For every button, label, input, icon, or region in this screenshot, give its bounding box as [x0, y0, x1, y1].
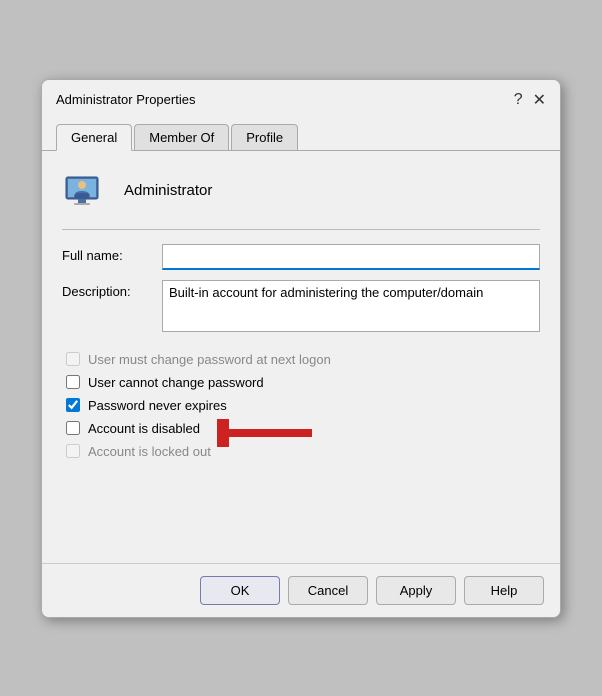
user-name-label: Administrator [124, 182, 212, 199]
help-button[interactable]: ? [514, 91, 523, 109]
fullname-input[interactable] [162, 244, 540, 270]
dialog-administrator-properties: Administrator Properties ? ✕ General Mem… [41, 79, 561, 618]
checkbox-account-disabled-label: Account is disabled [88, 421, 200, 436]
checkbox-must-change-password[interactable] [66, 352, 80, 366]
user-avatar-icon [62, 167, 110, 215]
description-input[interactable]: Built-in account for administering the c… [162, 280, 540, 332]
tab-general[interactable]: General [56, 124, 132, 151]
checkbox-account-disabled[interactable] [66, 421, 80, 435]
cancel-button[interactable]: Cancel [288, 576, 368, 605]
apply-button[interactable]: Apply [376, 576, 456, 605]
checkbox-account-locked-out[interactable] [66, 444, 80, 458]
checkbox-row-account-disabled: Account is disabled [62, 421, 540, 436]
checkbox-password-never-expires[interactable] [66, 398, 80, 412]
button-bar: OK Cancel Apply Help [42, 563, 560, 617]
checkbox-cannot-change-label: User cannot change password [88, 375, 264, 390]
user-header: Administrator [62, 167, 540, 230]
checkbox-locked-out-label: Account is locked out [88, 444, 211, 459]
checkbox-row-cannot-change: User cannot change password [62, 375, 540, 390]
checkbox-never-expires-label: Password never expires [88, 398, 227, 413]
description-row: Description: Built-in account for admini… [62, 280, 540, 332]
tab-member-of[interactable]: Member Of [134, 124, 229, 150]
help-dialog-button[interactable]: Help [464, 576, 544, 605]
checkbox-row-must-change: User must change password at next logon [62, 352, 540, 367]
dialog-title: Administrator Properties [56, 92, 195, 107]
checkbox-row-never-expires: Password never expires [62, 398, 540, 413]
ok-button[interactable]: OK [200, 576, 280, 605]
tab-profile[interactable]: Profile [231, 124, 298, 150]
close-button[interactable]: ✕ [533, 90, 546, 110]
checkbox-must-change-label: User must change password at next logon [88, 352, 331, 367]
description-label: Description: [62, 280, 162, 299]
account-disabled-arrow [217, 419, 317, 447]
checkbox-cannot-change-password[interactable] [66, 375, 80, 389]
title-bar-controls: ? ✕ [514, 90, 546, 110]
tab-content-general: Administrator Full name: Description: Bu… [42, 150, 560, 563]
tab-bar: General Member Of Profile [42, 116, 560, 150]
fullname-row: Full name: [62, 244, 540, 270]
title-bar: Administrator Properties ? ✕ [42, 80, 560, 116]
fullname-label: Full name: [62, 244, 162, 263]
